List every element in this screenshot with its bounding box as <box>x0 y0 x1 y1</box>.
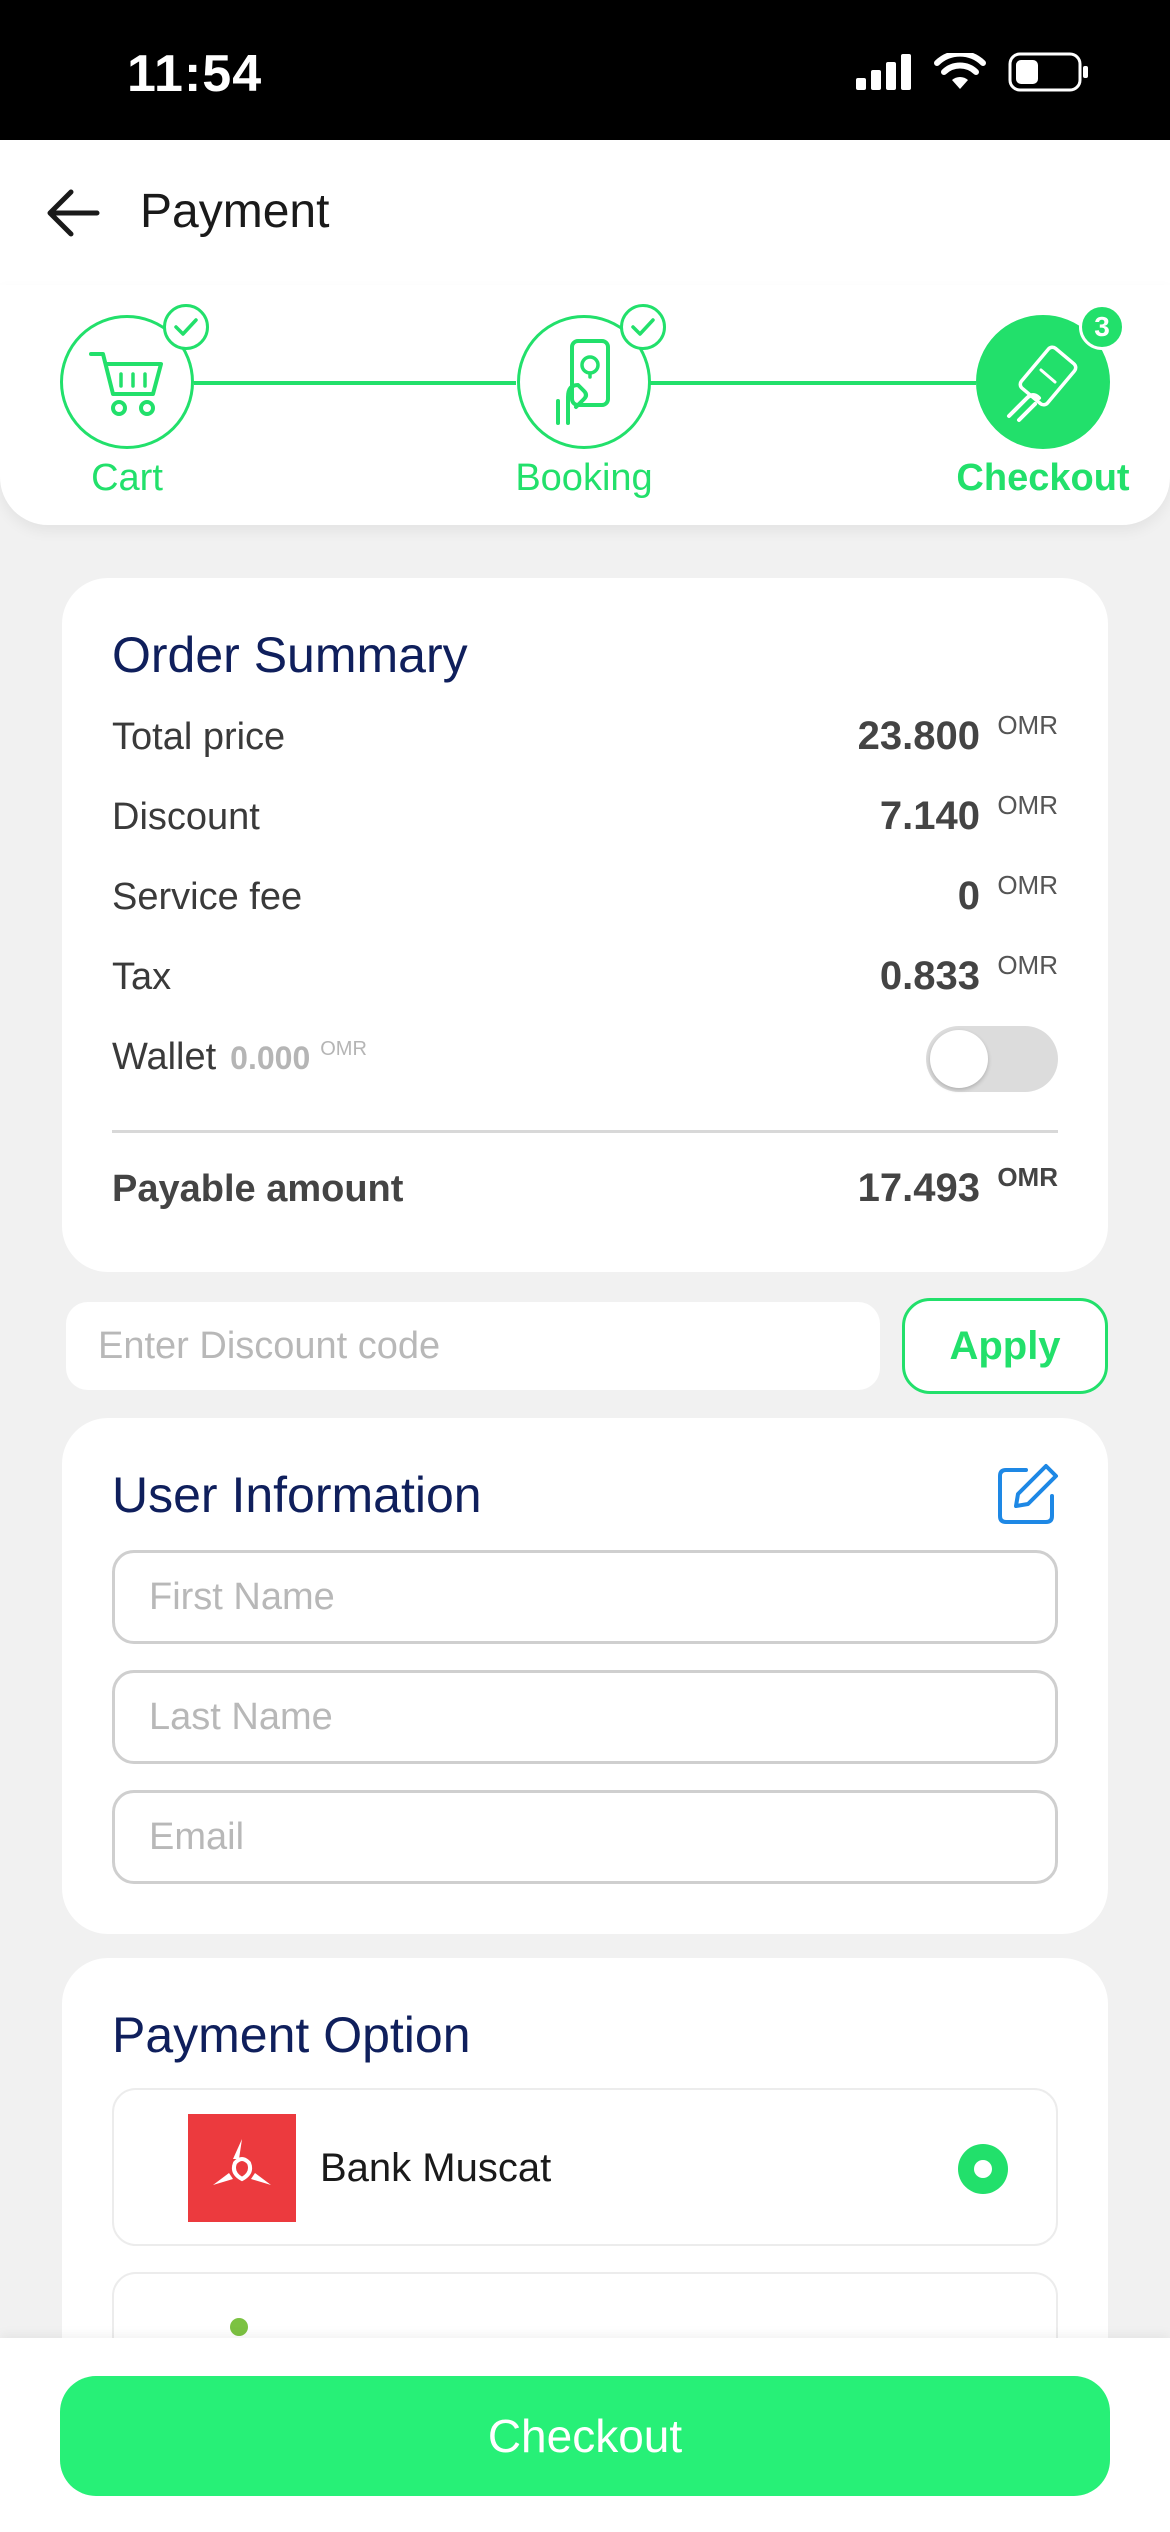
summary-row-discount: Discount 7.140 OMR <box>112 790 1058 850</box>
row-value: 0 <box>957 874 980 918</box>
status-time: 11:54 <box>127 45 263 103</box>
last-name-field[interactable] <box>112 1670 1058 1764</box>
row-unit: OMR <box>997 1162 1058 1192</box>
summary-row-payable: Payable amount 17.493 OMR <box>112 1162 1058 1222</box>
user-information-title: User Information <box>112 1467 482 1523</box>
bank-muscat-logo-icon <box>213 2139 271 2185</box>
row-value: 7.140 <box>879 794 980 838</box>
summary-divider <box>112 1130 1058 1133</box>
step-cart[interactable] <box>60 304 209 449</box>
wallet-label: Wallet 0.000 OMR <box>112 1036 367 1079</box>
row-label: Service fee <box>112 876 303 918</box>
card-payment-icon <box>1007 345 1078 422</box>
edit-icon <box>998 1464 1058 1524</box>
checkout-stepper: Cart Booking 3 Checkout <box>0 285 1170 525</box>
discount-code-input[interactable] <box>66 1302 880 1390</box>
row-label: Tax <box>112 956 172 998</box>
bank-name: Bank Muscat <box>320 2146 552 2190</box>
step-connector <box>650 381 976 385</box>
apply-button[interactable]: Apply <box>902 1298 1108 1394</box>
summary-row-tax: Tax 0.833 OMR <box>112 950 1058 1010</box>
wallet-unit: OMR <box>320 1038 367 1061</box>
payment-option-bank-muscat[interactable]: Bank Muscat <box>112 2088 1058 2246</box>
bank-muscat-logo <box>188 2114 296 2222</box>
order-summary-title: Order Summary <box>112 627 468 683</box>
step-connector <box>194 381 516 385</box>
row-unit: OMR <box>997 710 1058 740</box>
wallet-toggle[interactable] <box>926 1026 1058 1092</box>
wallet-label-text: Wallet <box>112 1036 217 1078</box>
step-label-cart: Cart <box>91 457 163 499</box>
app-header: Payment <box>0 140 1170 285</box>
cart-icon <box>89 352 163 416</box>
step-checkout[interactable]: 3 <box>976 304 1125 449</box>
wifi-icon <box>934 53 986 89</box>
checkmark-icon <box>174 318 198 336</box>
order-summary-card: Order Summary Total price 23.800 OMR Dis… <box>62 578 1108 1272</box>
row-unit: OMR <box>997 950 1058 980</box>
row-value: 0.833 <box>879 954 980 998</box>
step-label-checkout: Checkout <box>956 457 1130 499</box>
battery-icon <box>1008 52 1088 92</box>
row-label: Payable amount <box>112 1168 404 1210</box>
radio-dot <box>974 2160 992 2178</box>
step-label-booking: Booking <box>515 457 653 499</box>
row-label: Discount <box>112 796 260 838</box>
row-unit: OMR <box>997 790 1058 820</box>
status-bar: 11:54 <box>0 0 1170 140</box>
payment-radio-selected[interactable] <box>958 2144 1008 2194</box>
row-value: 23.800 <box>857 714 980 758</box>
payment-option-title: Payment Option <box>112 2007 471 2063</box>
step-booking[interactable] <box>517 304 666 449</box>
cellular-signal-icon <box>856 54 911 90</box>
summary-row-total: Total price 23.800 OMR <box>112 710 1058 770</box>
status-icons <box>856 52 1090 92</box>
checkmark-icon <box>631 318 655 336</box>
page-title: Payment <box>140 185 330 238</box>
bottom-bar: Checkout <box>0 2338 1170 2532</box>
arrow-left-icon <box>47 189 99 236</box>
user-information-card: User Information <box>62 1418 1108 1934</box>
row-unit: OMR <box>997 870 1058 900</box>
row-value: 17.493 <box>857 1166 980 1210</box>
phone-location-icon <box>556 339 610 425</box>
check-badge <box>620 304 666 350</box>
summary-row-wallet: Wallet 0.000 OMR <box>112 1026 1058 1092</box>
toggle-knob <box>930 1030 988 1088</box>
back-button[interactable] <box>40 180 105 245</box>
step-number-badge: 3 <box>1079 304 1125 350</box>
wallet-amount: 0.000 <box>230 1040 311 1076</box>
email-field[interactable] <box>112 1790 1058 1884</box>
first-name-field[interactable] <box>112 1550 1058 1644</box>
summary-row-service-fee: Service fee 0 OMR <box>112 870 1058 930</box>
row-label: Total price <box>112 716 286 758</box>
checkout-button[interactable]: Checkout <box>60 2376 1110 2496</box>
check-badge <box>163 304 209 350</box>
edit-button[interactable] <box>996 1462 1060 1526</box>
